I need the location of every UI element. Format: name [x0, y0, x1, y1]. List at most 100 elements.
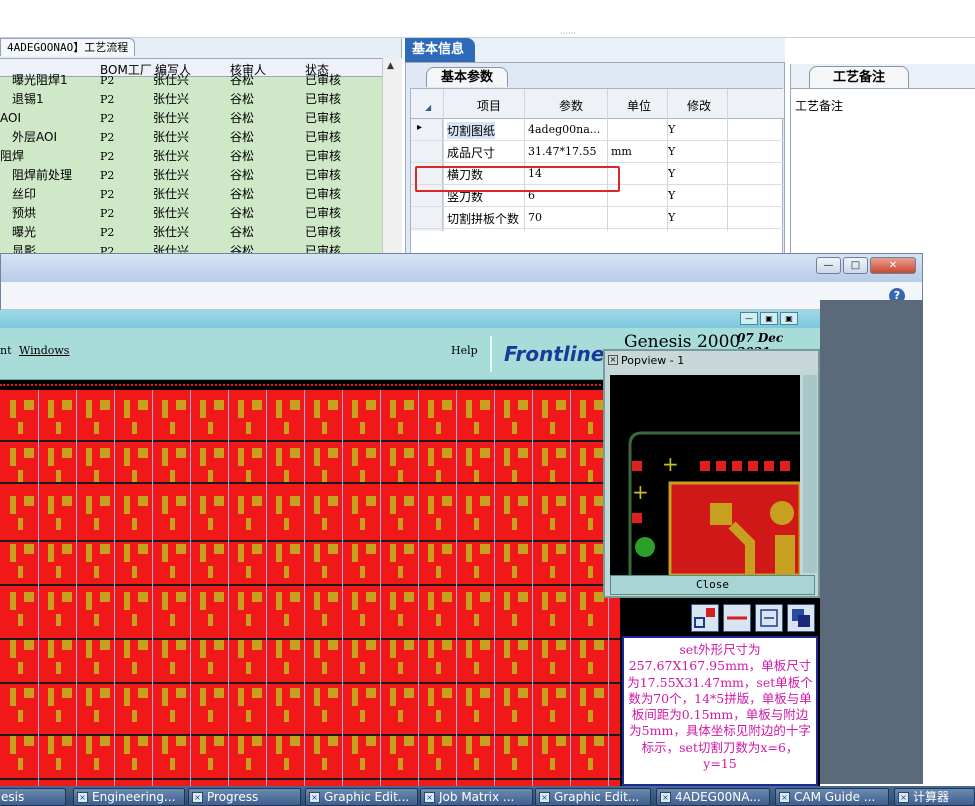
- pcb-pad: [428, 640, 434, 658]
- col-param[interactable]: 参数: [559, 97, 583, 114]
- pcb-pad: [580, 640, 586, 658]
- close-button[interactable]: ✕: [870, 257, 916, 274]
- pcb-pad: [162, 496, 168, 514]
- minimize-button[interactable]: —: [816, 257, 841, 274]
- select-tool-icon[interactable]: [691, 604, 719, 632]
- menu-item-nt[interactable]: nt: [0, 344, 12, 357]
- taskbar-app-icon: ×: [192, 792, 203, 803]
- genesis-close-button[interactable]: ▣: [780, 312, 798, 325]
- pcb-pad: [132, 422, 137, 434]
- menu-item-windows[interactable]: Windows: [19, 344, 69, 357]
- param-row[interactable]: 成品尺寸 31.47*17.55 mm Y: [411, 141, 784, 163]
- param-cell-item: 成品尺寸: [447, 146, 496, 160]
- pcb-pad: [138, 496, 148, 506]
- pcb-pad: [24, 448, 34, 458]
- pcb-pad: [176, 688, 186, 698]
- pcb-pad: [404, 736, 414, 746]
- taskbar-item[interactable]: × CAM Guide ...: [775, 788, 889, 806]
- popview-titlebar[interactable]: × Popview - 1: [605, 351, 818, 371]
- pcb-pad: [466, 592, 472, 610]
- param-row[interactable]: ▸ 切割图纸 4adeg00na... Y: [411, 119, 784, 141]
- board-edge-markers: [0, 384, 620, 386]
- pcb-pad: [238, 448, 244, 466]
- taskbar-item[interactable]: × 4ADEG00NA...: [656, 788, 770, 806]
- pcb-pad: [94, 470, 99, 482]
- pcb-pad: [580, 448, 586, 466]
- line-tool-icon[interactable]: [723, 604, 751, 632]
- pcb-pad: [512, 470, 517, 482]
- process-cell-status: 已审核: [305, 111, 342, 125]
- splitter-grip[interactable]: ······: [545, 30, 591, 38]
- pcb-pad: [246, 518, 251, 530]
- process-cell-reviewer: 谷松: [230, 130, 255, 144]
- pcb-pad: [436, 614, 441, 626]
- taskbar-item[interactable]: × Graphic Edit...: [535, 788, 651, 806]
- remarks-body[interactable]: 工艺备注: [791, 88, 975, 256]
- pcb-pad: [170, 470, 175, 482]
- pcb-pad: [176, 448, 186, 458]
- tab-basic-info[interactable]: 基本信息: [405, 38, 475, 62]
- genesis-minimize-button[interactable]: —: [740, 312, 758, 325]
- taskbar-item-label: 4ADEG00NA...: [675, 790, 761, 804]
- pcb-pad: [474, 758, 479, 770]
- select-all-icon[interactable]: ◢: [425, 103, 431, 112]
- genesis-restore-button[interactable]: ▣: [760, 312, 778, 325]
- panel-column-line: [342, 390, 343, 788]
- process-row[interactable]: 预烘 P2 张仕兴 谷松 已审核: [0, 204, 382, 223]
- maximize-button[interactable]: □: [843, 257, 868, 274]
- taskbar-item[interactable]: × Graphic Edit...: [305, 788, 418, 806]
- col-edit[interactable]: 修改: [687, 97, 711, 114]
- process-row[interactable]: 曝光 P2 张仕兴 谷松 已审核: [0, 223, 382, 242]
- pcb-pad: [480, 640, 490, 650]
- scroll-up-icon[interactable]: ▲: [387, 61, 394, 71]
- taskbar-item[interactable]: esis: [0, 788, 66, 806]
- pcb-pad: [542, 496, 548, 514]
- pcb-pad: [314, 400, 320, 418]
- param-row[interactable]: 切割拼板个数 70 Y: [411, 207, 784, 229]
- process-row[interactable]: 退锡1 P2 张仕兴 谷松 已审核: [0, 90, 382, 109]
- pcb-pad: [550, 614, 555, 626]
- tab-basic-params[interactable]: 基本参数: [426, 67, 508, 87]
- process-row[interactable]: 曝光阻焊1 P2 张仕兴 谷松 已审核: [0, 71, 382, 90]
- pcb-pad: [24, 688, 34, 698]
- col-item[interactable]: 项目: [477, 97, 501, 114]
- genesis-titlebar[interactable]: — ▣ ▣: [0, 310, 820, 328]
- taskbar-item[interactable]: × Progress: [188, 788, 301, 806]
- dialog-titlebar[interactable]: — □ ✕: [1, 254, 922, 282]
- measure-tool-icon[interactable]: [755, 604, 783, 632]
- menu-item-help[interactable]: Help: [451, 344, 478, 357]
- process-cell-writer: 张仕兴: [153, 149, 190, 163]
- pcb-pad: [328, 688, 338, 698]
- pcb-pad: [132, 662, 137, 674]
- pcb-pad: [208, 614, 213, 626]
- dialog-toolbar: ?: [1, 282, 922, 310]
- pcb-pad: [474, 470, 479, 482]
- taskbar-item[interactable]: × 计算器: [894, 788, 975, 806]
- pcb-pad: [556, 448, 566, 458]
- pcb-pad: [100, 400, 110, 410]
- col-unit[interactable]: 单位: [627, 97, 651, 114]
- pcb-pad: [466, 448, 472, 466]
- process-scrollbar[interactable]: ▲: [382, 58, 402, 256]
- params-grid-header: 项目 参数 单位 修改 ◢: [411, 89, 784, 119]
- pcb-pad: [322, 422, 327, 434]
- pcb-pad: [390, 688, 396, 706]
- process-flow-title[interactable]: 4ADEGOONAO】工艺流程: [0, 38, 136, 56]
- process-row[interactable]: AOI P2 张仕兴 谷松 已审核: [0, 109, 382, 128]
- pcb-panel-view[interactable]: [0, 390, 620, 788]
- tab-remarks[interactable]: 工艺备注: [809, 66, 909, 88]
- process-row[interactable]: 阻焊前处理 P2 张仕兴 谷松 已审核: [0, 166, 382, 185]
- pcb-pad: [284, 518, 289, 530]
- pcb-pad: [474, 614, 479, 626]
- popview-canvas[interactable]: + +: [610, 375, 800, 575]
- popview-close-button[interactable]: Close: [610, 575, 815, 595]
- pcb-pad: [276, 400, 282, 418]
- copy-tool-icon[interactable]: [787, 604, 815, 632]
- process-row[interactable]: 外层AOI P2 张仕兴 谷松 已审核: [0, 128, 382, 147]
- taskbar-item[interactable]: × Engineering...: [73, 788, 185, 806]
- process-row[interactable]: 阻焊 P2 张仕兴 谷松 已审核: [0, 147, 382, 166]
- taskbar-item-label: 计算器: [913, 790, 950, 804]
- popview-menu-icon[interactable]: ×: [608, 355, 618, 365]
- taskbar-item[interactable]: × Job Matrix ...: [420, 788, 533, 806]
- process-row[interactable]: 丝印 P2 张仕兴 谷松 已审核: [0, 185, 382, 204]
